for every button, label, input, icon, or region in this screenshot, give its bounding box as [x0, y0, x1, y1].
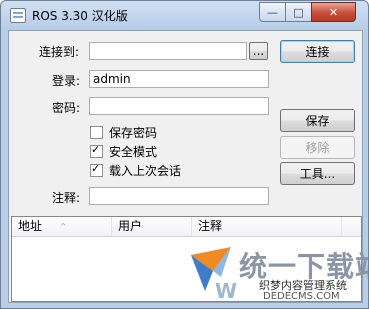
connect-to-input[interactable]	[89, 42, 247, 60]
watermark: W 统一下载站 织梦内容管理系统 DEDECMS.COM	[191, 243, 368, 307]
main-window: ROS 3.30 汉化版 — □ ✕ 连接到: ... 连接 登录: admin…	[0, 0, 369, 309]
login-input[interactable]: admin	[89, 70, 269, 88]
column-note[interactable]: 注释	[192, 217, 342, 236]
login-label: 登录:	[52, 74, 81, 88]
column-address[interactable]: 地址 ^	[12, 217, 112, 236]
sort-arrow-icon: ^	[60, 222, 67, 231]
connect-to-label: 连接到:	[39, 45, 80, 59]
secure-mode-label: 安全模式	[109, 145, 158, 159]
column-user[interactable]: 用户	[112, 217, 192, 236]
save-password-box[interactable]	[90, 126, 103, 139]
browse-button[interactable]: ...	[249, 42, 268, 60]
save-password-checkbox[interactable]: 保存密码	[90, 124, 157, 141]
save-password-label: 保存密码	[109, 126, 158, 140]
password-input[interactable]	[89, 97, 269, 115]
password-label: 密码:	[52, 101, 81, 115]
maximize-button[interactable]: □	[285, 2, 312, 22]
app-icon	[10, 8, 26, 23]
watermark-letter: W	[215, 279, 238, 303]
window-title: ROS 3.30 汉化版	[32, 9, 128, 23]
note-input[interactable]	[89, 187, 269, 205]
tools-button[interactable]: 工具...	[280, 162, 355, 185]
save-button[interactable]: 保存	[280, 109, 355, 132]
minimize-button[interactable]: —	[259, 2, 286, 22]
connect-button[interactable]: 连接	[280, 40, 355, 63]
load-last-session-label: 载入上次会话	[109, 164, 182, 178]
load-last-session-checkbox[interactable]: 载入上次会话	[90, 162, 181, 179]
close-button[interactable]: ✕	[311, 2, 356, 22]
column-address-label: 地址	[18, 219, 43, 233]
note-label: 注释:	[52, 191, 81, 205]
title-bar[interactable]: ROS 3.30 汉化版 — □ ✕	[1, 1, 368, 29]
watermark-url: DEDECMS.COM	[263, 291, 340, 302]
load-last-session-box[interactable]	[90, 162, 103, 177]
remove-button[interactable]: 移除	[280, 136, 355, 159]
secure-mode-box[interactable]	[90, 143, 103, 158]
secure-mode-checkbox[interactable]: 安全模式	[90, 143, 157, 160]
list-header: 地址 ^ 用户 注释	[12, 217, 361, 237]
